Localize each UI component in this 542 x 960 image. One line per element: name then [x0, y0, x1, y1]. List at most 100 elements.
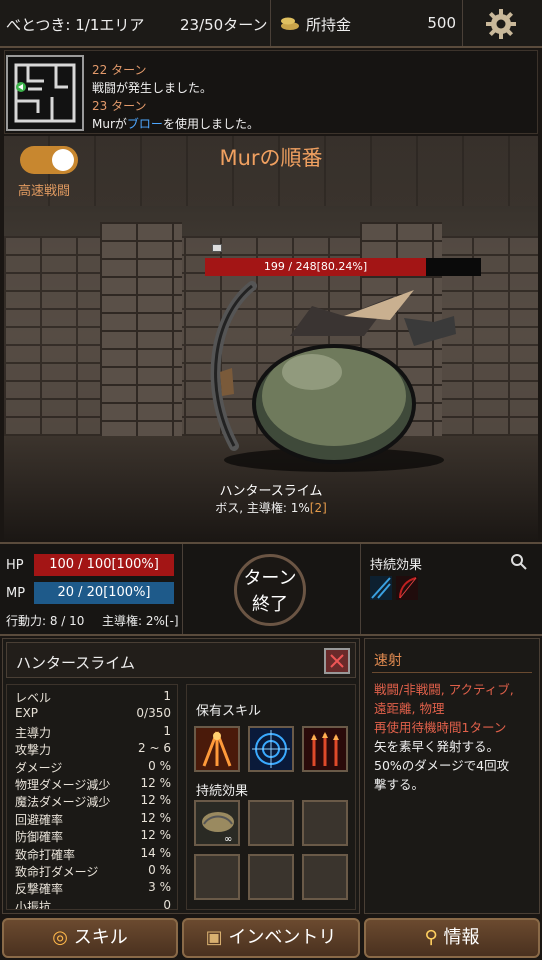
magnifier-icon: ⚲: [424, 927, 438, 948]
skill-info-line: 再使用待機時間1ターン: [374, 720, 507, 735]
stat-label: 致命打ダメージ: [15, 865, 99, 879]
stat-row: 致命打ダメージ 0 %: [15, 863, 175, 880]
stat-value: 0: [163, 897, 171, 910]
stat-value: 3 %: [148, 880, 171, 895]
end-turn-label: ターン 終了: [243, 568, 297, 615]
monster-panel-title: ハンタースライム: [16, 654, 135, 672]
location-text: べとつき: 1/1エリア: [6, 16, 145, 34]
stat-value: 12 %: [140, 828, 172, 843]
divider: [462, 0, 463, 46]
player-hp-bar: 100 / 100[100%]: [34, 554, 174, 576]
stat-value: 12 %: [140, 793, 172, 808]
stat-row: ダメージ 0 %: [15, 759, 175, 776]
stat-value: 0 %: [148, 758, 171, 773]
bag-icon: ▣: [205, 927, 223, 948]
skill-info-line: 50%のダメージで4回攻: [374, 758, 510, 773]
stat-label: ダメージ: [15, 760, 63, 775]
stat-label: EXP: [15, 706, 39, 721]
log-line: Murがブローを使用しました。: [92, 117, 259, 131]
stat-label: 物理ダメージ減少: [15, 778, 111, 792]
stat-row: 致命打確率 14 %: [15, 846, 175, 863]
log-line: 戦闘が発生しました。: [92, 81, 213, 95]
close-icon[interactable]: [324, 648, 350, 674]
coins-icon: [281, 17, 299, 30]
stat-label: 反撃確率: [15, 882, 64, 897]
svg-text:∞: ∞: [224, 834, 232, 844]
divider: [360, 544, 361, 634]
skill-icon: ◎: [52, 927, 68, 948]
top-bar: べとつき: 1/1エリア 23/50ターン 所持金 500: [0, 0, 542, 48]
skill-info-title: 速射: [374, 653, 402, 669]
boss-marker-icon: [212, 244, 222, 252]
stat-label: 致命打確率: [15, 847, 76, 862]
stat-row: 攻撃力 2 ~ 6: [15, 741, 175, 758]
monster-stats-list[interactable]: レベル 1 EXP 0/350 主導力 1 攻撃力 2 ~ 6 ダメージ 0 % 物理ダメージ減少 1…: [6, 684, 178, 910]
hunter-slime-sprite[interactable]: [194, 276, 484, 476]
stat-value: 12 %: [140, 776, 172, 790]
skill-button[interactable]: ◎ スキル: [2, 918, 178, 958]
stat-row: 魔法ダメージ減少 12 %: [15, 793, 175, 810]
stat-label: 攻撃力: [15, 743, 52, 758]
stat-row: 物理ダメージ減少 12 %: [15, 776, 175, 793]
enemy-name: ハンタースライム: [219, 484, 323, 499]
stat-label: 小振抗: [15, 899, 52, 910]
effect-slot-empty[interactable]: [194, 854, 240, 900]
stat-value: 0 %: [148, 863, 171, 877]
bow-buff-icon[interactable]: [396, 576, 418, 600]
skill-info-text: 戦闘/非戦闘, アクティブ, 遠距離, 物理再使用待機時間1ターン 矢を素早く発射す…: [374, 680, 534, 794]
stat-row: 防御確率 12 %: [15, 828, 175, 845]
effect-slot-scroll[interactable]: ∞: [194, 800, 240, 846]
initiative: 主導権: 2%[-]: [102, 614, 179, 628]
minimap[interactable]: [6, 55, 84, 131]
skill-info-line: 矢を素早く発射する。: [374, 739, 500, 754]
stat-value: 14 %: [140, 845, 172, 860]
stat-row: 主導力 1: [15, 724, 175, 741]
skill-info-line: 遠距離, 物理: [374, 701, 445, 716]
log-line: 22 ターン: [92, 63, 147, 77]
enemy-subinfo: ボス, 主導権: 1%[2]: [215, 501, 327, 515]
stat-row: 反撃確率 3 %: [15, 880, 175, 897]
stat-row: 回避確率 12 %: [15, 811, 175, 828]
player-mp-bar: 20 / 20[100%]: [34, 582, 174, 604]
inventory-button[interactable]: ▣ インベントリ: [182, 918, 360, 958]
stat-label: 主導力: [15, 725, 52, 740]
stat-row: レベル 1: [15, 689, 175, 706]
search-icon[interactable]: [510, 553, 528, 571]
effect-slot-empty[interactable]: [248, 800, 294, 846]
gear-icon[interactable]: [485, 8, 517, 40]
stat-label: 回避確率: [15, 812, 64, 827]
stat-label: レベル: [15, 691, 52, 705]
fast-battle-label: 高速戦闘: [18, 184, 71, 199]
money-value: 500: [427, 14, 456, 32]
mp-label: MP: [6, 586, 26, 601]
skill-slot-target[interactable]: [248, 726, 294, 772]
divider: [372, 672, 532, 673]
stat-label: 防御確率: [15, 830, 64, 845]
stat-row: EXP 0/350: [15, 706, 175, 723]
skill-info-line: 戦闘/非戦闘, アクティブ,: [374, 682, 514, 697]
enemy-hp-text: 199 / 248[80.24%]: [263, 260, 368, 273]
skill-slot-arrows[interactable]: [302, 726, 348, 772]
turn-title: Murの順番: [219, 146, 323, 170]
skill-slot-rapid-shot[interactable]: [194, 726, 240, 772]
effect-slot-empty[interactable]: [248, 854, 294, 900]
stat-value: 12 %: [140, 810, 172, 825]
stat-value: 1: [163, 689, 171, 703]
info-button[interactable]: ⚲ 情報: [364, 918, 540, 958]
battle-log: [4, 50, 538, 134]
stat-value: 2 ~ 6: [138, 741, 171, 756]
left-pillar: [100, 222, 182, 452]
hp-label: HP: [6, 558, 24, 573]
effect-slot-empty[interactable]: [302, 800, 348, 846]
money-label: 所持金: [306, 16, 352, 34]
stat-value: 1: [163, 723, 171, 738]
divider: [182, 544, 183, 634]
skills-label: 保有スキル: [196, 704, 262, 719]
arrow-buff-icon[interactable]: [370, 576, 392, 600]
stat-value: 0/350: [136, 706, 171, 721]
buffs-label: 持続効果: [370, 558, 423, 573]
effects-label: 持続効果: [196, 784, 249, 799]
effect-slot-empty[interactable]: [302, 854, 348, 900]
skill-info-line: 撃する。: [374, 777, 425, 792]
turn-counter: 23/50ターン: [180, 16, 268, 34]
